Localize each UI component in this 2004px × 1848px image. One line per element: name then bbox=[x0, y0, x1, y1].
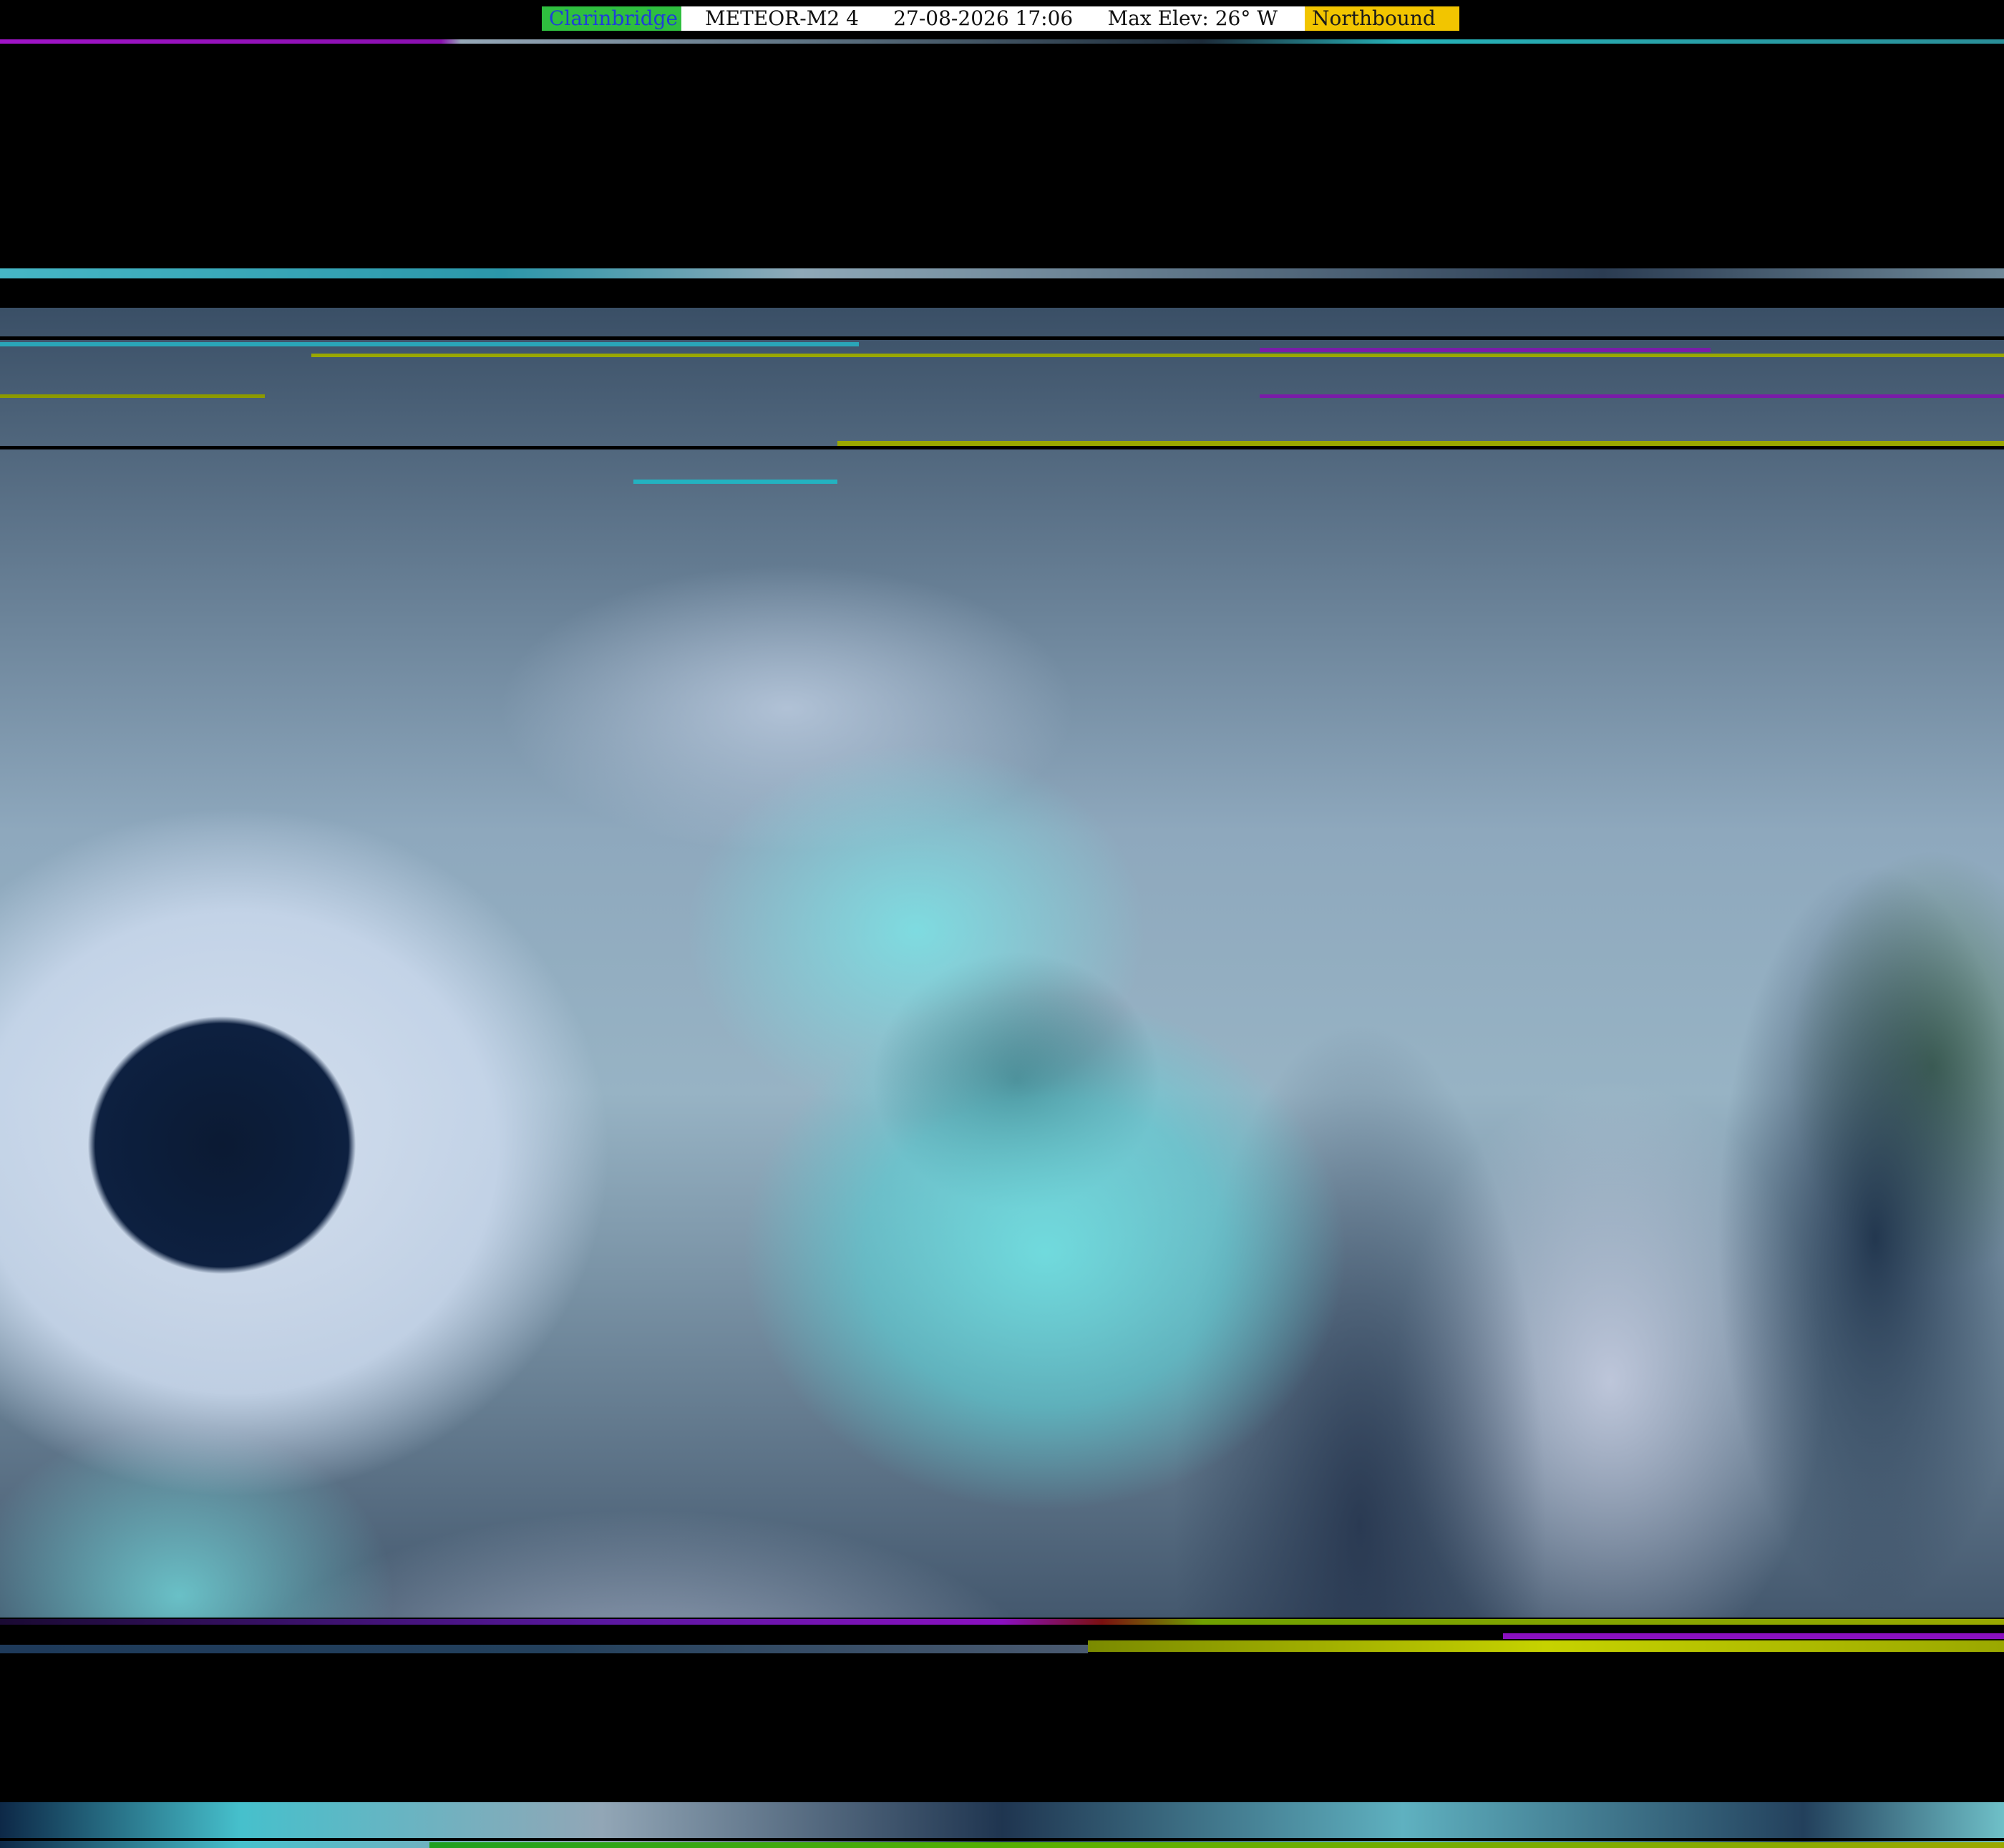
direction-label: Northbound bbox=[1305, 6, 1459, 31]
satellite-image-strip-upper bbox=[0, 268, 2004, 278]
noise-line bbox=[0, 394, 265, 398]
noise-line bbox=[1260, 394, 2004, 398]
noise-line bbox=[0, 1619, 2004, 1625]
noise-line bbox=[0, 1626, 2004, 1630]
noise-line bbox=[0, 1645, 1088, 1653]
noise-line bbox=[311, 354, 2004, 357]
noise-line-top bbox=[0, 39, 2004, 44]
satellite-image-main bbox=[0, 308, 2004, 1618]
pass-datetime: 27-08-2026 17:06 bbox=[893, 6, 1074, 30]
pass-info-header: Clarinbridge METEOR-M2 4 27-08-2026 17:0… bbox=[542, 6, 1459, 31]
noise-line bbox=[1260, 348, 1711, 352]
noise-line bbox=[0, 336, 2004, 340]
noise-line bbox=[0, 446, 2004, 449]
noise-line bbox=[1088, 1640, 2004, 1652]
satellite-name: METEOR-M2 4 bbox=[705, 6, 859, 30]
pass-details: METEOR-M2 4 27-08-2026 17:06 Max Elev: 2… bbox=[681, 6, 1305, 31]
max-elevation: Max Elev: 26° W bbox=[1107, 6, 1278, 30]
noise-line bbox=[429, 1842, 2004, 1848]
station-label: Clarinbridge bbox=[542, 6, 681, 31]
noise-line bbox=[633, 480, 837, 484]
noise-line bbox=[1503, 1633, 2004, 1639]
noise-line bbox=[837, 441, 2004, 446]
satellite-image-strip-lower bbox=[0, 1802, 2004, 1848]
noise-line bbox=[0, 342, 859, 346]
noise-line bbox=[0, 1838, 2004, 1841]
